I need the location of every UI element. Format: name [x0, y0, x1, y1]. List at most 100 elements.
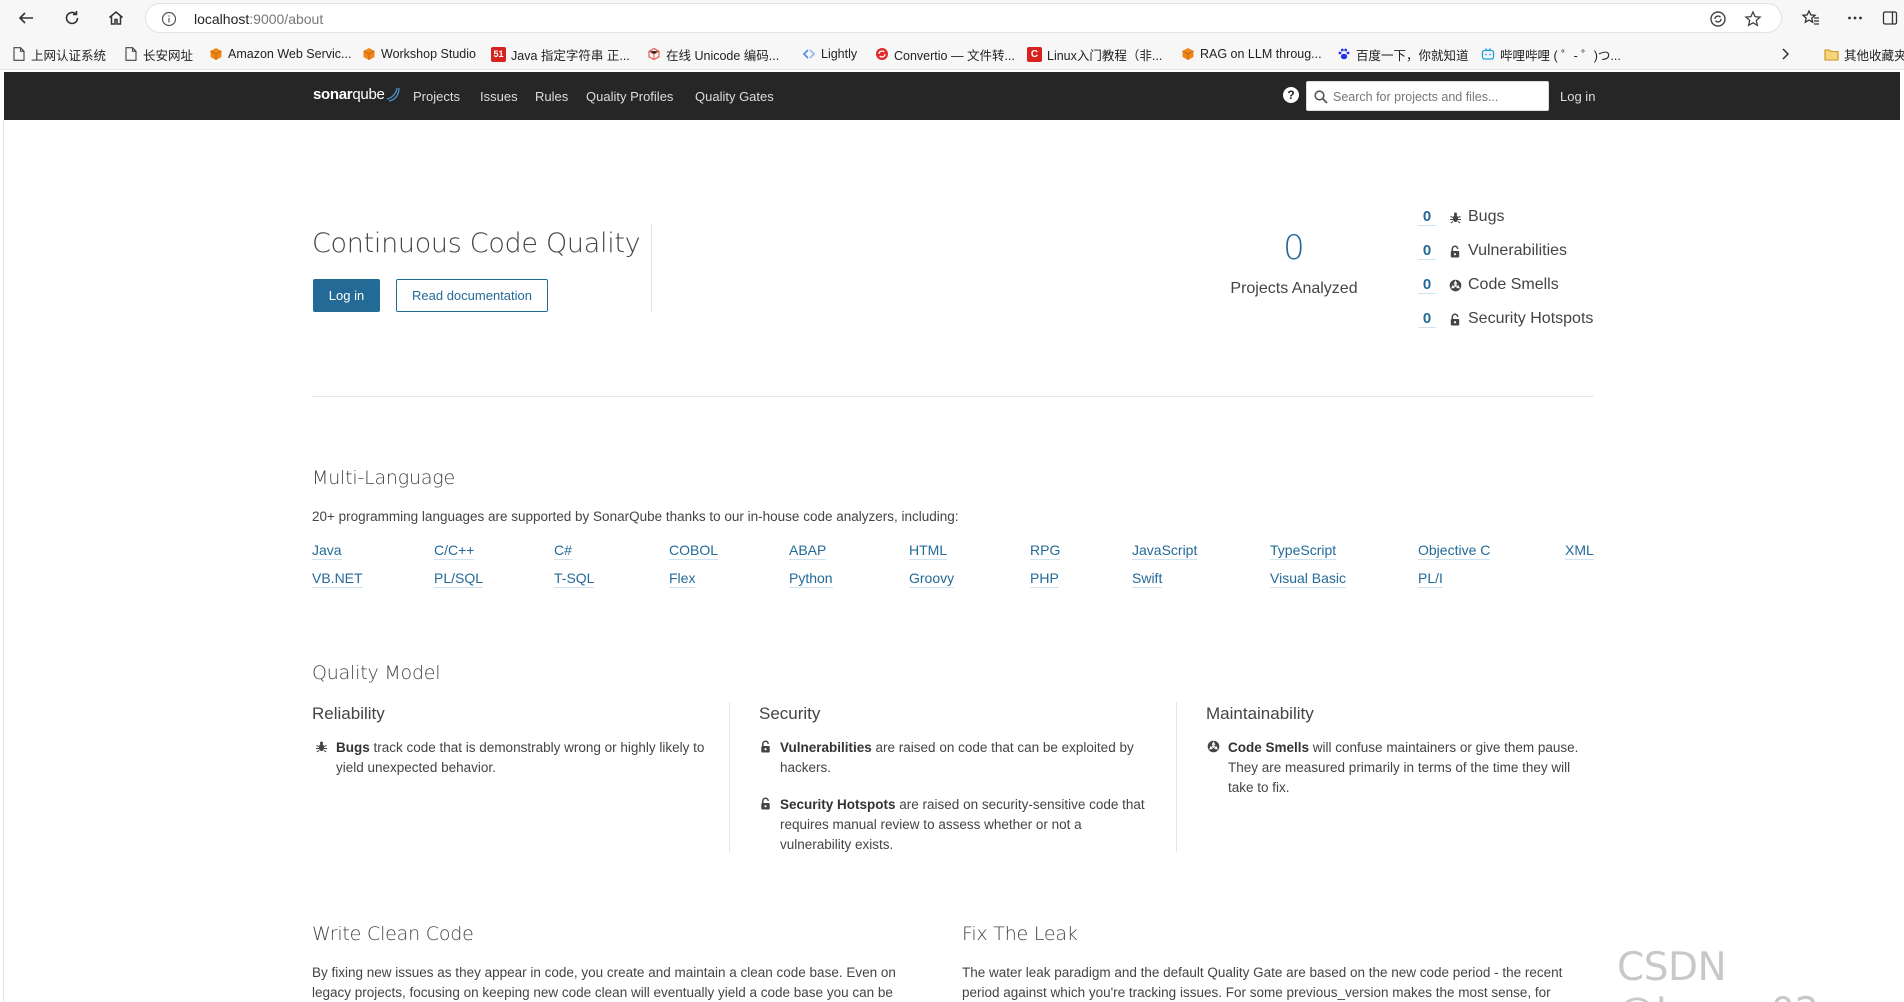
browser-toolbar: localhost:9000/about [0, 0, 1904, 36]
language-link[interactable]: Python [789, 569, 833, 588]
language-link[interactable]: PHP [1030, 569, 1059, 588]
bookmark-label: Linux入门教程（非... [1047, 48, 1163, 63]
lock-icon [1448, 312, 1462, 326]
fix-the-leak-text: The water leak paradigm and the default … [962, 965, 1563, 1000]
language-link[interactable]: Objective C [1418, 541, 1491, 560]
language-link[interactable]: TypeScript [1270, 541, 1337, 560]
maintainability-code-smells-description: Code Smells will confuse maintainers or … [1207, 738, 1597, 798]
logo-waves-icon [386, 87, 400, 102]
help-icon[interactable]: ? [1283, 87, 1299, 103]
nav-quality-gates[interactable]: Quality Gates [695, 89, 774, 104]
language-link[interactable]: XML [1565, 541, 1594, 560]
bookmark-item[interactable]: 上网认证系统 [11, 45, 106, 63]
vulnerabilities-count[interactable]: 0 [1418, 242, 1436, 260]
sonarqube-logo[interactable]: sonar qube [313, 86, 400, 106]
translate-icon[interactable] [1708, 9, 1728, 29]
bookmark-item[interactable]: Convertio — 文件转... [874, 45, 1015, 63]
language-link[interactable]: JavaScript [1132, 541, 1198, 560]
url-host: localhost [194, 11, 250, 27]
back-arrow-icon[interactable] [12, 4, 40, 32]
bookmark-item[interactable]: Amazon Web Servic... [208, 45, 351, 63]
section-divider [312, 396, 1594, 397]
sonarqube-navbar: sonar qube Projects Issues Rules Quality … [4, 72, 1900, 120]
search-input[interactable] [1333, 87, 1543, 107]
nav-issues[interactable]: Issues [480, 89, 518, 104]
more-options-icon[interactable] [1841, 4, 1869, 32]
bookmark-item[interactable]: Lightly [801, 45, 857, 63]
bookmarks-overflow-chevron-icon[interactable] [1779, 45, 1791, 63]
refresh-icon[interactable] [58, 4, 86, 32]
language-link[interactable]: C# [554, 541, 572, 560]
url-text[interactable]: localhost:9000/about [194, 11, 323, 27]
address-bar[interactable]: localhost:9000/about [145, 3, 1782, 33]
bookmark-label: 百度一下，你就知道 [1356, 48, 1469, 63]
global-search[interactable] [1306, 81, 1549, 111]
language-link[interactable]: RPG [1030, 541, 1061, 560]
bookmark-label: 哔哩哔哩 ( ゜- ゜)つ... [1500, 48, 1621, 63]
folder-icon [1824, 47, 1839, 62]
bookmark-label: Lightly [821, 47, 858, 61]
reliability-title: Reliability [312, 704, 385, 723]
bookmark-label: RAG on LLM throug... [1200, 47, 1322, 61]
bookmark-label: Amazon Web Servic... [228, 47, 352, 61]
favorite-star-icon[interactable] [1743, 9, 1763, 29]
read-documentation-button[interactable]: Read documentation [396, 279, 548, 312]
workshop-cube-icon [361, 47, 376, 62]
nav-quality-profiles[interactable]: Quality Profiles [586, 89, 673, 104]
projects-analyzed-count[interactable]: 0 [1226, 228, 1362, 268]
code-smells-count[interactable]: 0 [1418, 276, 1436, 294]
hero-divider [651, 224, 652, 312]
sidebar-toggle-icon[interactable] [1876, 4, 1904, 32]
language-link[interactable]: HTML [909, 541, 948, 560]
bookmark-item[interactable]: C Linux入门教程（非... [1027, 45, 1162, 63]
quality-model-title: Quality Model [312, 662, 441, 684]
login-button[interactable]: Log in [313, 279, 380, 312]
bookmark-item[interactable]: 长安网址 [123, 45, 193, 63]
language-link[interactable]: VB.NET [312, 569, 363, 588]
language-link[interactable]: ABAP [789, 541, 827, 560]
info-icon[interactable] [160, 10, 178, 28]
bookmark-folder[interactable]: 其他收藏夹 [1824, 45, 1904, 63]
bug-icon [316, 741, 327, 753]
logo-text-bold: sonar [313, 86, 353, 103]
bookmark-item[interactable]: 在线 Unicode 编码... [646, 45, 779, 63]
language-link[interactable]: Groovy [909, 569, 955, 588]
security-hotspots-description: Security Hotspots are raised on security… [759, 795, 1149, 855]
bookmark-item[interactable]: 哔哩哔哩 ( ゜- ゜)つ... [1480, 45, 1621, 63]
nav-projects[interactable]: Projects [413, 89, 460, 104]
bookmark-item[interactable]: Workshop Studio [361, 45, 476, 63]
logo-text-regular: qube [352, 86, 385, 103]
bookmark-label: 其他收藏夹 [1844, 48, 1904, 63]
term-vulnerabilities: Vulnerabilities [780, 740, 872, 755]
code-smells-label: Code Smells [1468, 276, 1559, 293]
fix-the-leak-title: Fix The Leak [962, 923, 1078, 945]
language-link[interactable]: Flex [669, 569, 696, 588]
language-link[interactable]: COBOL [669, 541, 719, 560]
bookmark-item[interactable]: 百度一下，你就知道 [1336, 45, 1469, 63]
page-border [3, 120, 4, 1002]
watermark: CSDN @Icarus02 [1617, 945, 1820, 1002]
language-link[interactable]: T-SQL [554, 569, 595, 588]
nav-rules[interactable]: Rules [535, 89, 568, 104]
metric-bugs: 0 Bugs [1418, 205, 1504, 229]
language-link[interactable]: PL/I [1418, 569, 1443, 588]
language-link[interactable]: PL/SQL [434, 569, 484, 588]
bilibili-icon [1480, 47, 1495, 62]
bookmark-item[interactable]: 51 Java 指定字符串 正... [491, 45, 630, 63]
favorites-icon[interactable] [1797, 4, 1825, 32]
language-link[interactable]: C/C++ [434, 541, 475, 560]
language-link[interactable]: Visual Basic [1270, 569, 1347, 588]
bugs-count[interactable]: 0 [1418, 208, 1436, 226]
language-link[interactable]: Swift [1132, 569, 1163, 588]
convertio-icon [874, 47, 889, 62]
reliability-bugs-description: Bugs track code that is demonstrably wro… [315, 738, 705, 778]
home-icon[interactable] [102, 4, 130, 32]
bookmark-item[interactable]: RAG on LLM throug... [1180, 45, 1322, 63]
bugs-label: Bugs [1468, 208, 1505, 225]
security-hotspots-count[interactable]: 0 [1418, 310, 1436, 328]
security-title: Security [759, 704, 821, 723]
nav-login-link[interactable]: Log in [1560, 89, 1595, 104]
language-link[interactable]: Java [312, 541, 342, 560]
bugs-text: track code that is demonstrably wrong or… [336, 740, 705, 775]
bookmark-label: 在线 Unicode 编码... [666, 48, 780, 63]
